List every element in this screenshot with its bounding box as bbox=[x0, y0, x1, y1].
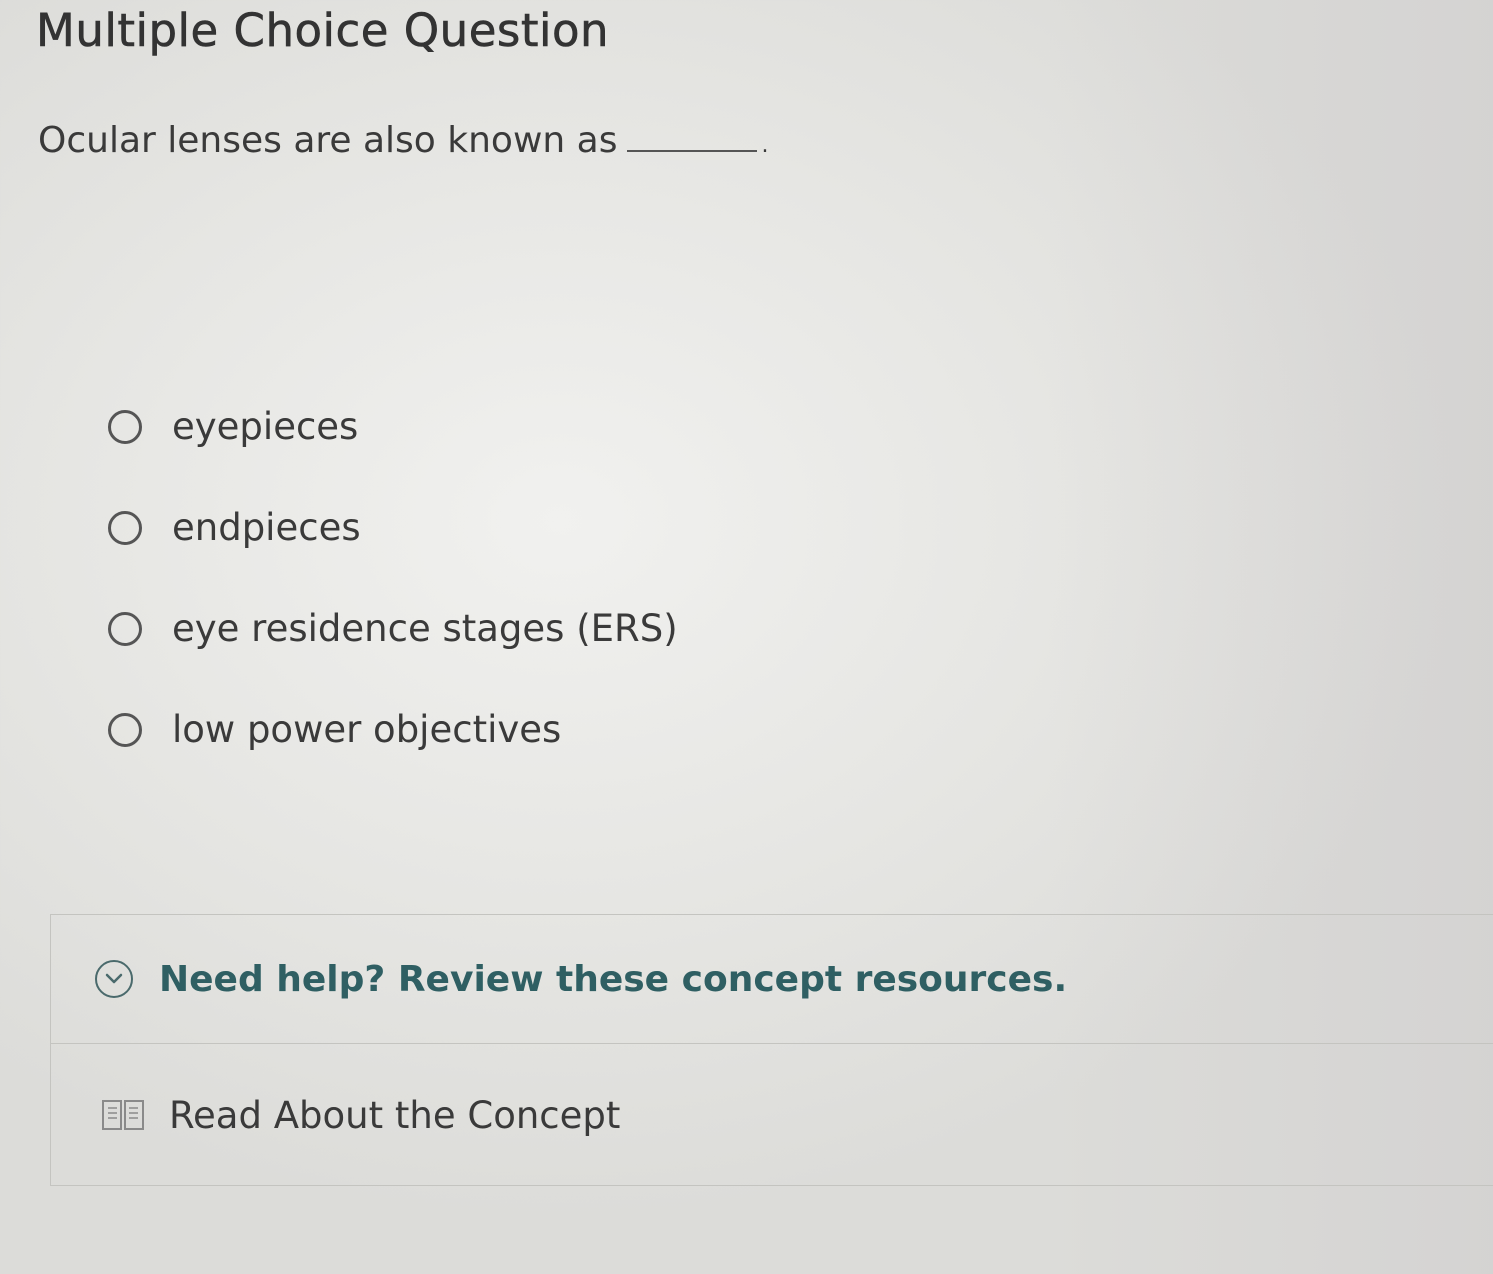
book-icon bbox=[101, 1098, 145, 1132]
question-type-title: Multiple Choice Question bbox=[36, 4, 610, 58]
radio-button[interactable] bbox=[108, 611, 142, 646]
radio-button[interactable] bbox=[108, 409, 142, 444]
radio-button[interactable] bbox=[108, 712, 142, 747]
resource-label[interactable]: Read About the Concept bbox=[169, 1094, 620, 1137]
read-about-concept-link[interactable]: Read About the Concept bbox=[51, 1043, 1493, 1187]
question-suffix: . bbox=[761, 133, 769, 158]
option-label: eyepieces bbox=[172, 405, 359, 448]
option-eye-residence-stages[interactable]: eye residence stages (ERS) bbox=[108, 578, 678, 679]
question-text: Ocular lenses are also known as bbox=[38, 120, 618, 161]
question-prompt: Ocular lenses are also known as. bbox=[38, 120, 768, 161]
concept-resources-title[interactable]: Need help? Review these concept resource… bbox=[159, 959, 1067, 1000]
option-endpieces[interactable]: endpieces bbox=[108, 477, 678, 578]
chevron-down-icon[interactable] bbox=[95, 960, 133, 998]
option-eyepieces[interactable]: eyepieces bbox=[108, 376, 678, 477]
option-label: low power objectives bbox=[172, 708, 562, 751]
answer-blank bbox=[627, 149, 758, 152]
option-low-power-objectives[interactable]: low power objectives bbox=[108, 679, 678, 780]
radio-button[interactable] bbox=[108, 510, 142, 545]
option-label: endpieces bbox=[172, 506, 361, 549]
answer-options: eyepieces endpieces eye residence stages… bbox=[108, 376, 678, 780]
option-label: eye residence stages (ERS) bbox=[172, 607, 678, 650]
concept-resources-panel: Need help? Review these concept resource… bbox=[50, 914, 1493, 1186]
concept-resources-toggle[interactable]: Need help? Review these concept resource… bbox=[51, 915, 1493, 1044]
